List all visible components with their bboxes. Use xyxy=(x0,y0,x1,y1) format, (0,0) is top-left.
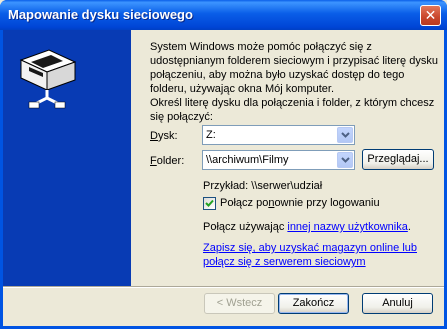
chevron-down-icon xyxy=(341,157,350,163)
close-icon: ✕ xyxy=(424,7,437,23)
finish-button[interactable]: Zakończ xyxy=(278,293,349,314)
reconnect-label-post: ownie przy logowaniu xyxy=(274,197,380,209)
folder-label-accelerator: F xyxy=(150,155,157,167)
folder-combobox[interactable]: \\archiwum\Filmy xyxy=(202,150,355,170)
map-network-drive-window: Mapowanie dysku sieciowego ✕ System Wind… xyxy=(0,0,447,329)
drive-label-text: ysk: xyxy=(157,130,178,142)
drive-label: Dysk: xyxy=(150,130,178,142)
instruction-text: Określ literę dysku dla połączenia i fol… xyxy=(150,97,435,123)
checkmark-icon xyxy=(205,199,214,207)
description-text: System Windows może pomóc połączyć się z… xyxy=(150,41,438,95)
cancel-button[interactable]: Anuluj xyxy=(362,293,433,314)
browse-button[interactable]: Przeglądaj... xyxy=(362,149,434,170)
signup-storage-link-text[interactable]: Zapisz się, aby uzyskać magazyn online l… xyxy=(203,242,417,268)
drive-select[interactable]: Z: xyxy=(202,125,355,145)
connect-as-text: Połącz używając innej nazwy użytkownika. xyxy=(203,221,411,233)
wizard-content: System Windows może pomóc połączyć się z… xyxy=(131,30,444,286)
window-title: Mapowanie dysku sieciowego xyxy=(8,7,193,22)
dialog-client-area: System Windows może pomóc połączyć się z… xyxy=(3,30,444,326)
reconnect-label[interactable]: Połącz ponownie przy logowaniu xyxy=(220,197,380,209)
reconnect-label-pre: Połącz po xyxy=(220,197,269,209)
folder-dropdown-button[interactable] xyxy=(337,152,353,168)
folder-combobox-value: \\archiwum\Filmy xyxy=(206,154,289,166)
drive-select-value: Z: xyxy=(206,129,216,141)
footer-divider xyxy=(3,286,444,288)
back-button[interactable]: < Wstecz xyxy=(204,293,275,314)
folder-label: Folder: xyxy=(150,155,184,167)
close-button[interactable]: ✕ xyxy=(420,5,441,26)
drive-label-accelerator: D xyxy=(150,130,158,142)
drive-dropdown-button[interactable] xyxy=(337,127,353,143)
network-drive-icon xyxy=(19,49,77,109)
chevron-down-icon xyxy=(341,132,350,138)
connect-as-post: . xyxy=(407,221,411,233)
connect-as-pre: Połącz używając xyxy=(203,221,288,233)
signup-storage-link[interactable]: Zapisz się, aby uzyskać magazyn online l… xyxy=(203,241,428,269)
folder-label-text: older: xyxy=(156,155,185,167)
title-bar[interactable]: Mapowanie dysku sieciowego ✕ xyxy=(0,0,447,30)
wizard-sidebar xyxy=(3,30,131,286)
other-username-link[interactable]: innej nazwy użytkownika xyxy=(287,221,407,233)
example-text: Przykład: \\serwer\udział xyxy=(203,180,323,192)
reconnect-checkbox[interactable] xyxy=(203,197,216,210)
